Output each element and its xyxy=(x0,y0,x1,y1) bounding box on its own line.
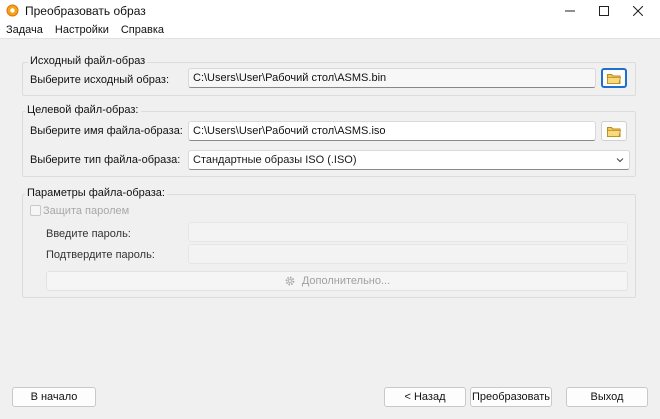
menu-settings[interactable]: Настройки xyxy=(55,24,109,36)
source-browse-button[interactable] xyxy=(601,68,627,88)
chevron-down-icon xyxy=(616,158,624,163)
exit-button[interactable]: Выход xyxy=(566,387,648,407)
close-icon xyxy=(633,6,643,16)
gear-icon xyxy=(285,276,295,286)
target-name-label: Выберите имя файла-образа: xyxy=(30,125,183,137)
password-protect-label: Защита паролем xyxy=(43,205,130,217)
target-group-title: Целевой файл-образ: xyxy=(25,104,141,116)
title-bar: Преобразовать образ xyxy=(0,0,660,22)
source-image-label: Выберите исходный образ: xyxy=(30,74,170,86)
target-type-label: Выберите тип файла-образа: xyxy=(30,154,181,166)
confirm-password-input[interactable] xyxy=(188,244,628,264)
minimize-button[interactable] xyxy=(553,0,587,22)
home-button-label: В начало xyxy=(30,391,78,403)
back-button-label: < Назад xyxy=(404,391,446,403)
params-group-title: Параметры файла-образа: xyxy=(25,187,167,199)
target-type-value: Стандартные образы ISO (.ISO) xyxy=(193,154,357,166)
password-input[interactable] xyxy=(188,222,628,242)
exit-button-label: Выход xyxy=(590,391,624,403)
convert-button-label: Преобразовать xyxy=(471,391,551,403)
menu-bar: Задача Настройки Справка xyxy=(0,22,660,39)
app-logo-icon xyxy=(6,4,19,17)
folder-icon xyxy=(607,126,621,137)
folder-icon xyxy=(607,73,621,84)
target-browse-button[interactable] xyxy=(601,121,627,141)
target-name-input[interactable]: C:\Users\User\Рабочий стол\ASMS.iso xyxy=(188,121,596,141)
target-type-select[interactable]: Стандартные образы ISO (.ISO) xyxy=(188,150,630,170)
window-title: Преобразовать образ xyxy=(25,4,146,18)
confirm-password-label: Подтвердите пароль: xyxy=(46,249,155,261)
advanced-button[interactable]: Дополнительно... xyxy=(46,271,628,291)
home-button[interactable]: В начало xyxy=(12,387,96,407)
maximize-icon xyxy=(599,6,609,16)
back-button[interactable]: < Назад xyxy=(384,387,466,407)
close-button[interactable] xyxy=(621,0,655,22)
password-label: Введите пароль: xyxy=(46,228,131,240)
maximize-button[interactable] xyxy=(587,0,621,22)
advanced-button-label: Дополнительно... xyxy=(301,275,391,287)
source-image-path[interactable]: C:\Users\User\Рабочий стол\ASMS.bin xyxy=(188,68,596,88)
menu-help[interactable]: Справка xyxy=(121,24,164,36)
source-group-title: Исходный файл-образ xyxy=(28,55,148,67)
password-protect-checkbox[interactable] xyxy=(30,205,41,216)
menu-task[interactable]: Задача xyxy=(6,24,43,36)
convert-button[interactable]: Преобразовать xyxy=(470,387,552,407)
minimize-icon xyxy=(565,10,575,12)
